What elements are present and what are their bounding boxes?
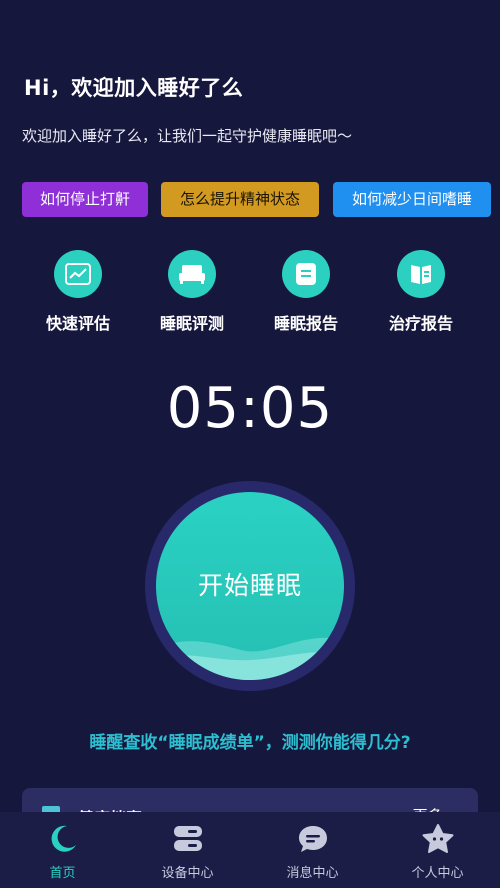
tab-home[interactable]: 首页 (0, 812, 125, 888)
feature-label: 治疗报告 (388, 314, 453, 333)
feature-sleep-assessment[interactable]: 睡眠评测 (142, 250, 242, 334)
greeting-subtitle: 欢迎加入睡好了么，让我们一起守护健康睡眠吧～ (22, 127, 353, 145)
tab-message-center[interactable]: 消息中心 (250, 812, 375, 888)
book-icon (397, 250, 445, 298)
tag-improve-energy[interactable]: 怎么提升精神状态 (161, 182, 319, 217)
tab-label: 首页 (49, 866, 76, 881)
star-icon (421, 822, 455, 856)
home-screen: Hi，欢迎加入睡好了么 欢迎加入睡好了么，让我们一起守护健康睡眠吧～ 如何停止打… (0, 0, 500, 888)
feature-treatment-report[interactable]: 治疗报告 (371, 250, 471, 334)
bed-icon (168, 250, 216, 298)
tag-stop-snoring[interactable]: 如何停止打鼾 (22, 182, 148, 217)
greeting-title: Hi，欢迎加入睡好了么 (24, 76, 244, 100)
message-icon (296, 822, 330, 856)
moon-icon (46, 822, 80, 856)
start-sleep-button[interactable]: 开始睡眠 (156, 492, 344, 680)
tab-label: 设备中心 (161, 866, 214, 881)
topic-tags: 如何停止打鼾 怎么提升精神状态 如何减少日间嗜睡 (22, 182, 492, 217)
bottom-tab-bar: 首页 设备中心 消息中心 个人中心 (0, 812, 500, 888)
start-sleep-label: 开始睡眠 (197, 571, 302, 600)
wave-decoration (156, 637, 344, 680)
feature-label: 快速评估 (45, 314, 110, 333)
device-icon (171, 822, 205, 856)
tab-personal-center[interactable]: 个人中心 (375, 812, 500, 888)
feature-label: 睡眠评测 (159, 314, 224, 333)
feature-label: 睡眠报告 (273, 314, 338, 333)
clock-time: 05:05 (166, 376, 334, 441)
tab-label: 消息中心 (286, 866, 339, 881)
report-icon (282, 250, 330, 298)
feature-grid: 快速评估 睡眠评测 睡眠报告 治疗报告 (0, 250, 500, 340)
sleep-report-hint: 睡醒查收“睡眠成绩单”，测测你能得几分? (89, 733, 411, 753)
tab-device-center[interactable]: 设备中心 (125, 812, 250, 888)
feature-sleep-report[interactable]: 睡眠报告 (256, 250, 356, 334)
tab-label: 个人中心 (411, 866, 464, 881)
feature-quick-assessment[interactable]: 快速评估 (28, 250, 128, 334)
tag-reduce-daytime-sleepiness[interactable]: 如何减少日间嗜睡 (333, 182, 491, 217)
chart-icon (54, 250, 102, 298)
